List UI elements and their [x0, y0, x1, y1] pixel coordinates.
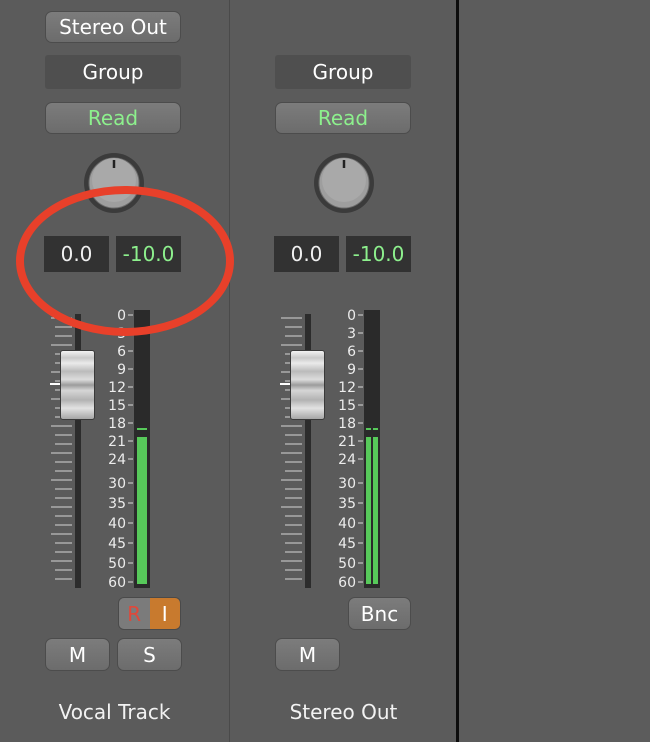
- meter-scale-label: 15: [338, 398, 356, 414]
- volume-fader[interactable]: [60, 350, 95, 420]
- meter-scale-label: 30: [108, 476, 126, 492]
- meter-scale-label: 60: [338, 575, 356, 591]
- meter-scale-label: 45: [338, 536, 356, 552]
- meter-scale-label: 3: [117, 326, 126, 342]
- meter-level-bar: [373, 437, 378, 584]
- bounce-button[interactable]: Bnc: [348, 597, 411, 630]
- meter-scale-label: 18: [108, 416, 126, 432]
- meter-scale-label: 12: [338, 380, 356, 396]
- mute-button[interactable]: M: [45, 638, 110, 671]
- meter-peak-hold: [137, 428, 147, 430]
- meter-scale-label: 9: [117, 362, 126, 378]
- record-enable-button[interactable]: R: [119, 598, 150, 629]
- meter-scale-label: 6: [117, 344, 126, 360]
- meter-level-bar: [366, 437, 371, 584]
- meter-scale-label: 21: [108, 434, 126, 450]
- meter-scale-label: 21: [338, 434, 356, 450]
- solo-button[interactable]: S: [117, 638, 182, 671]
- input-monitor-button[interactable]: I: [149, 598, 180, 629]
- meter-scale-label: 35: [108, 496, 126, 512]
- faders-and-meters: 0 3 6 9 12 15 18 21 24 30 35 40 45 50 60 0 3 6 9 12 15 18 21 24…: [50, 308, 380, 591]
- record-input-group: R I: [118, 597, 181, 630]
- meter-scale-label: 0: [117, 308, 126, 324]
- meter-scale-label: 60: [108, 575, 126, 591]
- volume-fader-2[interactable]: [290, 350, 325, 420]
- meter-scale-label: 30: [338, 476, 356, 492]
- meter-scale-label: 40: [108, 516, 126, 532]
- meter-scale-label: 24: [338, 452, 356, 468]
- track-name-2[interactable]: Stereo Out: [230, 700, 457, 724]
- meter-scale-label: 40: [338, 516, 356, 532]
- mute-button-2[interactable]: M: [275, 638, 340, 671]
- meter-scale-label: 45: [108, 536, 126, 552]
- meter-level-bar: [137, 437, 147, 584]
- meter-scale-label: 50: [338, 556, 356, 572]
- meter-scale-label: 35: [338, 496, 356, 512]
- meter-scale-label: 18: [338, 416, 356, 432]
- meter-peak-hold: [366, 428, 371, 430]
- meter-peak-hold: [373, 428, 378, 430]
- meter-scale-label: 24: [108, 452, 126, 468]
- meter-scale-label: 50: [108, 556, 126, 572]
- track-name[interactable]: Vocal Track: [0, 700, 229, 724]
- meter-scale-label: 9: [347, 362, 356, 378]
- meter-scale-label: 3: [347, 326, 356, 342]
- meter-scale-label: 12: [108, 380, 126, 396]
- meter-scale-label: 0: [347, 308, 356, 324]
- meter-scale-label: 15: [108, 398, 126, 414]
- meter-scale-label: 6: [347, 344, 356, 360]
